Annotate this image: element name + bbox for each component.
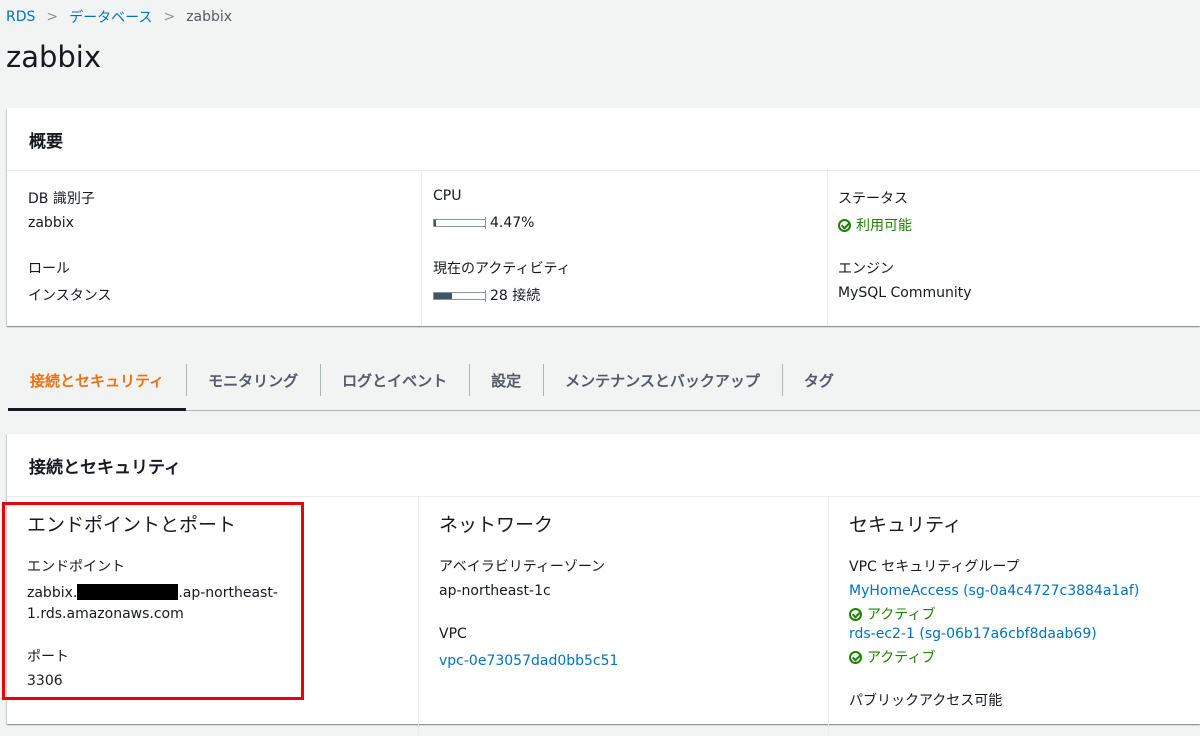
- public-access-label: パブリックアクセス可能: [849, 693, 1003, 709]
- db-id-value: zabbix: [28, 215, 74, 231]
- security-column: セキュリティ VPC セキュリティグループ MyHomeAccess (sg-0…: [828, 496, 1200, 736]
- db-id-label: DB 識別子: [28, 191, 95, 207]
- cpu-value: 4.47%: [490, 215, 535, 231]
- engine-value: MySQL Community: [838, 285, 972, 301]
- sg2-status: アクティブ: [867, 650, 936, 666]
- vpc-link[interactable]: vpc-0e73057dad0bb5c51: [439, 653, 618, 669]
- status-value-row: 利用可能: [838, 215, 912, 235]
- breadcrumb-rds[interactable]: RDS: [6, 9, 35, 25]
- tab-maintenance-backups[interactable]: メンテナンスとバックアップ: [543, 350, 782, 410]
- security-group-link-1[interactable]: MyHomeAccess (sg-0a4c4727c3884a1af): [849, 583, 1139, 599]
- az-label: アベイラビリティーゾーン: [439, 559, 606, 575]
- summary-panel: 概要 DB 識別子 zabbix ロール インスタンス CPU 4.47% 現在…: [7, 108, 1200, 326]
- cpu-value-row: 4.47%: [433, 215, 534, 231]
- az-value: ap-northeast-1c: [439, 583, 551, 599]
- security-group-link-2[interactable]: rds-ec2-1 (sg-06b17a6cbf8daab69): [849, 626, 1097, 642]
- connectivity-header: 接続とセキュリティ: [7, 434, 1200, 497]
- network-section-title: ネットワーク: [439, 514, 554, 536]
- sg-label: VPC セキュリティグループ: [849, 559, 1020, 575]
- sg1-status-row: アクティブ: [849, 604, 935, 624]
- tab-logs-events[interactable]: ログとイベント: [320, 350, 469, 410]
- cpu-progress-bar: [433, 217, 486, 229]
- activity-label: 現在のアクティビティ: [433, 261, 571, 277]
- check-circle-icon: [838, 218, 851, 232]
- sg1-status: アクティブ: [867, 607, 936, 623]
- detail-tabs: 接続とセキュリティ モニタリング ログとイベント 設定 メンテナンスとバックアッ…: [8, 350, 1200, 411]
- page-title: zabbix: [6, 40, 102, 74]
- network-column: ネットワーク アベイラビリティーゾーン ap-northeast-1c VPC …: [418, 496, 829, 736]
- breadcrumb-current: zabbix: [186, 9, 233, 25]
- chevron-right-icon: >: [46, 9, 59, 25]
- tab-monitoring[interactable]: モニタリング: [186, 350, 320, 410]
- check-circle-icon: [849, 607, 862, 621]
- breadcrumb: RDS > データベース > zabbix: [6, 7, 232, 27]
- vpc-label: VPC: [439, 626, 467, 642]
- summary-col-status: ステータス 利用可能 エンジン MySQL Community: [827, 170, 1200, 326]
- summary-header: 概要: [7, 108, 1200, 171]
- tab-tags[interactable]: タグ: [781, 350, 856, 410]
- sg2-status-row: アクティブ: [849, 647, 935, 667]
- cpu-label: CPU: [433, 188, 462, 204]
- chevron-right-icon: >: [163, 9, 176, 25]
- status-value: 利用可能: [856, 218, 912, 234]
- check-circle-icon: [849, 650, 862, 664]
- summary-col-identifier: DB 識別子 zabbix ロール インスタンス: [7, 170, 421, 326]
- activity-progress-fill: [434, 293, 452, 299]
- activity-progress-bar: [433, 290, 486, 302]
- tab-connectivity-security[interactable]: 接続とセキュリティ: [8, 350, 187, 411]
- role-value: インスタンス: [28, 288, 112, 304]
- role-label: ロール: [28, 261, 70, 277]
- tab-configuration[interactable]: 設定: [469, 350, 543, 410]
- engine-label: エンジン: [838, 261, 894, 277]
- breadcrumb-databases[interactable]: データベース: [69, 7, 152, 27]
- cpu-progress-fill: [434, 220, 437, 226]
- highlight-box: [2, 502, 304, 700]
- status-label: ステータス: [838, 191, 908, 207]
- security-section-title: セキュリティ: [849, 514, 962, 536]
- summary-col-cpu: CPU 4.47% 現在のアクティビティ 28 接続: [421, 170, 828, 326]
- activity-value-row: 28 接続: [433, 285, 540, 305]
- activity-value: 28 接続: [490, 288, 541, 304]
